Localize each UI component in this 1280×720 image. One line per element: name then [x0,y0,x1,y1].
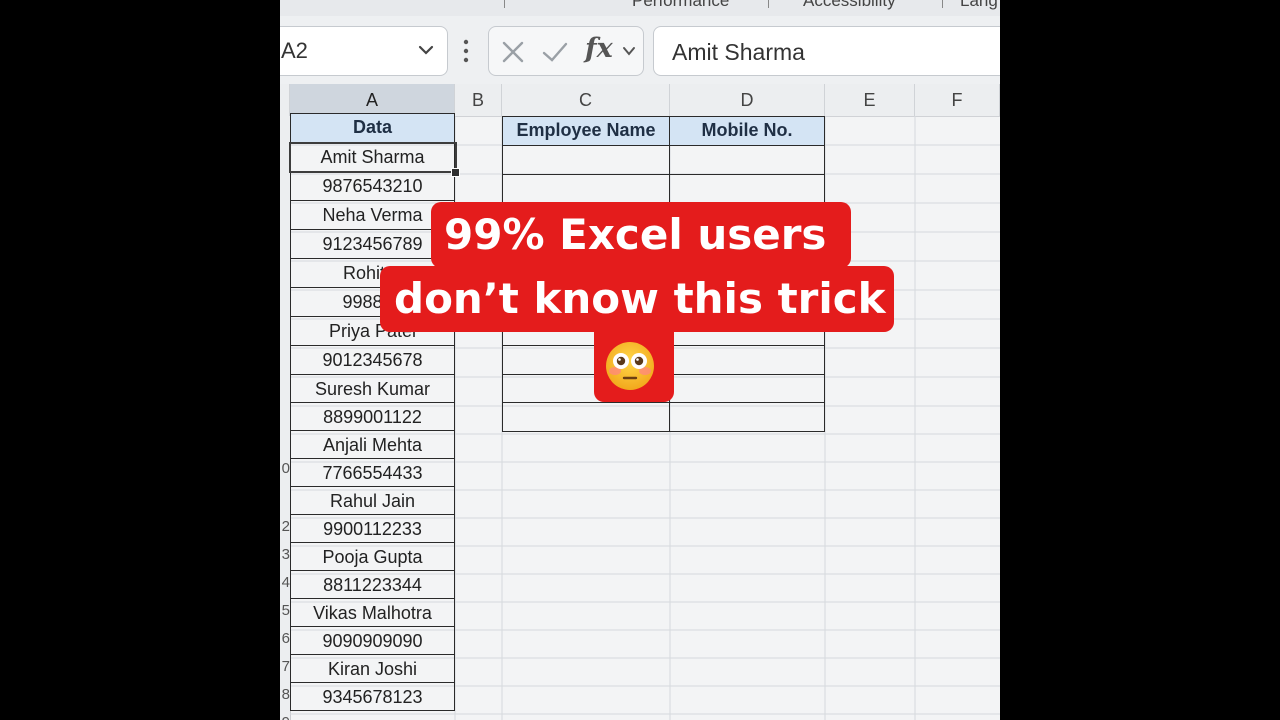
data-cell[interactable]: 7766554433 [290,458,455,487]
employee-name-cell[interactable] [502,173,670,204]
column-header-d[interactable]: D [670,84,825,116]
data-cell-text: Neha Verma [322,205,423,225]
data-cell-text: 9123456789 [322,234,423,254]
mobile-no-cell[interactable] [669,173,825,204]
data-cell[interactable]: 9876543210 [290,171,455,201]
caption-line-2: don’t know this trick [380,266,894,332]
worksheet-grid: A B C D E F 0 2 3 4 5 6 7 8 Data Amit Sh… [280,84,1000,720]
row-number: 9 [280,714,290,720]
data-cell-text: 9345678123 [322,687,423,707]
data-cell-text: 7766554433 [322,463,423,483]
excel-window: Performance Accessibility Lang A2 fx Ami… [280,0,1000,720]
data-cell-text: Anjali Mehta [322,435,423,455]
ribbon-separator [942,0,943,8]
data-cell[interactable]: Kiran Joshi [290,654,455,683]
ribbon-tab-strip: Performance Accessibility Lang [280,0,1000,17]
mobile-no-cell[interactable] [669,145,825,175]
data-cell[interactable]: 9012345678 [290,345,455,375]
data-cell-text: 9876543210 [322,176,423,196]
data-cell-text: 9900112233 [323,519,422,539]
ribbon-tab-performance[interactable]: Performance [632,0,729,11]
ribbon-tab-accessibility[interactable]: Accessibility [803,0,896,11]
mobile-no-cell[interactable] [669,373,825,404]
row-number: 5 [281,602,290,619]
mobile-no-cell[interactable] [669,345,825,375]
row-number: 8 [281,686,290,703]
data-cell-text: 9090909090 [322,631,423,651]
row-number: 3 [281,546,290,563]
data-cell[interactable]: Suresh Kumar [290,374,455,403]
employee-name-cell[interactable] [502,402,670,432]
name-box[interactable]: A2 [280,26,448,76]
formula-input[interactable]: Amit Sharma [653,26,1000,76]
mobile-no-cell[interactable] [669,402,825,432]
data-cell-text: Pooja Gupta [322,547,423,567]
caption-emoji-box [594,330,674,402]
column-header-e[interactable]: E [825,84,915,116]
data-cell[interactable]: Pooja Gupta [290,542,455,571]
fill-handle[interactable] [451,168,460,177]
employee-name-cell[interactable] [502,145,670,175]
data-cell-text: Suresh Kumar [314,379,431,399]
employee-name-header[interactable]: Employee Name [502,116,670,146]
mobile-no-header[interactable]: Mobile No. [669,116,825,146]
data-cell-text: 9012345678 [322,350,423,370]
data-cell[interactable]: Rahul Jain [290,486,455,515]
formula-buttons: fx [488,26,644,76]
data-cell[interactable]: 9345678123 [290,682,455,711]
select-all-corner[interactable] [280,84,290,116]
data-cell-text: Rahul Jain [329,491,416,511]
data-cell-text: 8899001122 [323,407,422,427]
enter-checkmark-icon[interactable] [541,38,569,66]
data-cell[interactable]: 9090909090 [290,626,455,655]
data-cell[interactable]: 9900112233 [290,514,455,543]
row-number: 7 [281,658,290,675]
data-cell-text: Kiran Joshi [327,659,418,679]
active-cell-a2[interactable] [289,142,457,173]
ribbon-separator [504,0,505,8]
data-cell[interactable]: 8811223344 [290,570,455,599]
data-cell-text: 8811223344 [323,575,422,595]
name-box-value: A2 [281,38,308,63]
formula-input-value: Amit Sharma [672,39,805,65]
flushed-face-emoji [606,342,654,390]
row-number: 0 [281,460,290,477]
more-options-icon[interactable] [463,38,469,64]
column-header-a[interactable]: A [290,84,455,116]
data-cell-text: Vikas Malhotra [313,603,432,623]
column-header-c[interactable]: C [502,84,670,116]
insert-function-icon[interactable]: fx [585,33,613,64]
column-header-f[interactable]: F [915,84,1000,116]
ribbon-separator [768,0,769,8]
row-number: 6 [281,630,290,647]
ribbon-tab-language[interactable]: Lang [960,0,998,11]
chevron-down-icon[interactable] [417,41,435,59]
formula-bar-row: A2 fx Amit Sharma [280,16,1000,88]
row-number: 4 [281,574,290,591]
data-column-header[interactable]: Data [290,113,455,143]
data-cell[interactable]: 8899001122 [290,402,455,431]
cancel-icon[interactable] [499,38,527,66]
column-header-b[interactable]: B [455,84,502,116]
caption-line-1: 99% Excel users [431,202,851,268]
row-number: 2 [281,518,290,535]
chevron-down-icon[interactable] [621,43,637,59]
data-cell[interactable]: Anjali Mehta [290,430,455,459]
data-cell[interactable]: Vikas Malhotra [290,598,455,627]
